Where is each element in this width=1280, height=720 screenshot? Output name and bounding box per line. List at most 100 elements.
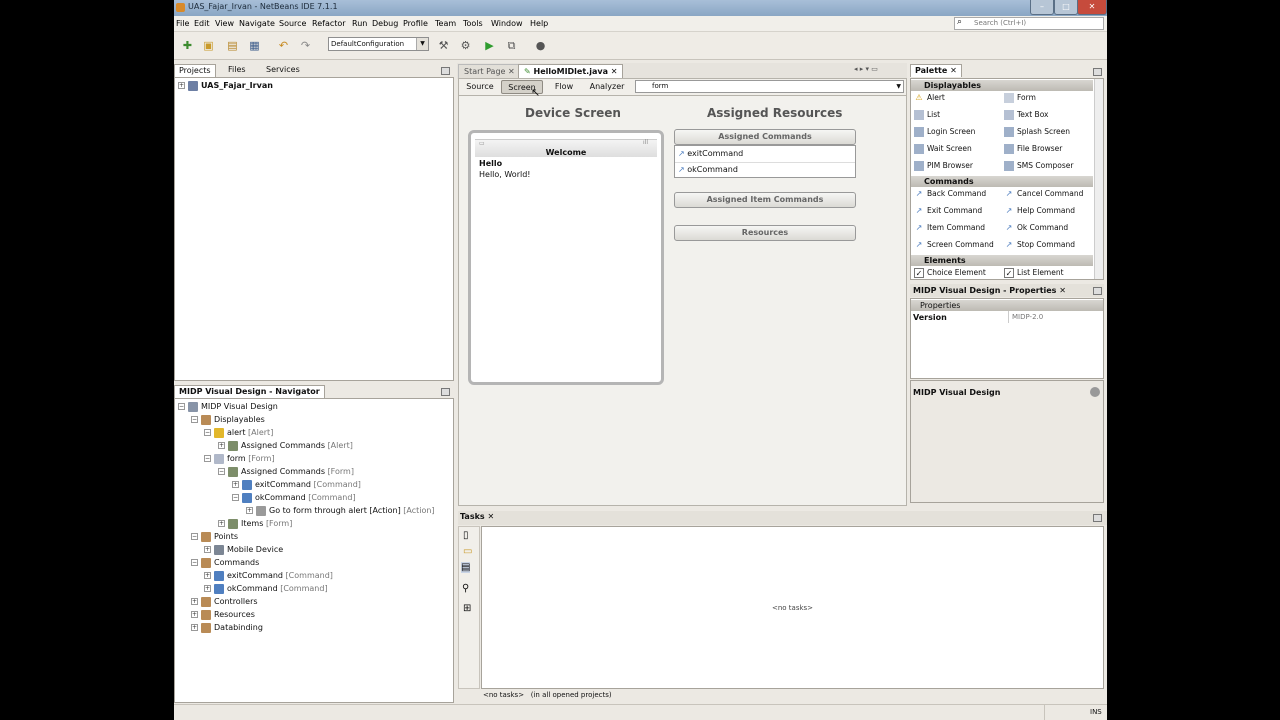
string-item-text[interactable]: Hello, World! <box>479 170 531 179</box>
palette-category-displayables[interactable]: Displayables <box>911 80 1093 91</box>
menu-refactor[interactable]: Refactor <box>312 19 346 28</box>
folder-icon[interactable]: ▭ <box>463 546 472 557</box>
debug-icon[interactable]: ⧉ <box>503 37 520 54</box>
tree-node[interactable]: + Items [Form] <box>218 517 292 530</box>
group-icon[interactable]: ⊞ <box>463 603 471 614</box>
menu-file[interactable]: File <box>176 19 189 28</box>
tab-palette[interactable]: Palette ✕ <box>910 64 962 77</box>
palette-item[interactable]: ↗ Back Command <box>914 189 987 199</box>
palette-item[interactable]: Form <box>1004 93 1036 103</box>
menu-debug[interactable]: Debug <box>372 19 398 28</box>
palette-item[interactable]: SMS Composer <box>1004 161 1073 171</box>
menu-navigate[interactable]: Navigate <box>239 19 275 28</box>
minimize-panel-button[interactable] <box>1093 68 1102 76</box>
menu-view[interactable]: View <box>215 19 234 28</box>
palette-item[interactable]: ↗ Item Command <box>914 223 985 233</box>
menu-tools[interactable]: Tools <box>463 19 483 28</box>
palette-item[interactable]: Wait Screen <box>914 144 972 154</box>
save-all-icon[interactable]: ▦ <box>246 37 263 54</box>
palette-item[interactable]: PIM Browser <box>914 161 973 171</box>
run-icon[interactable]: ▶ <box>481 37 498 54</box>
tab-flow[interactable]: Flow <box>549 80 579 94</box>
search-input[interactable]: Search (Ctrl+I) <box>954 17 1104 30</box>
tab-source[interactable]: Source <box>463 80 497 94</box>
palette-item[interactable]: Splash Screen <box>1004 127 1070 137</box>
assigned-item-commands-header[interactable]: Assigned Item Commands <box>674 192 856 208</box>
menu-window[interactable]: Window <box>491 19 523 28</box>
menu-run[interactable]: Run <box>352 19 367 28</box>
tree-node[interactable]: + okCommand [Command] <box>204 582 328 595</box>
palette-item[interactable]: File Browser <box>1004 144 1062 154</box>
editor-scroll-buttons[interactable]: ◂ ▸ ▾ ▭ <box>854 65 904 75</box>
tab-analyzer[interactable]: Analyzer <box>587 80 627 94</box>
tab-tasks[interactable]: Tasks ✕ <box>460 512 494 521</box>
tree-node[interactable]: − alert [Alert] <box>204 426 273 439</box>
menu-edit[interactable]: Edit <box>194 19 210 28</box>
palette-item[interactable]: ✓ List Element <box>1004 268 1064 278</box>
tree-node[interactable]: − Commands <box>191 556 259 569</box>
palette-item[interactable]: Text Box <box>1004 110 1049 120</box>
new-project-icon[interactable]: ▣ <box>200 37 217 54</box>
redo-icon[interactable]: ↷ <box>297 37 314 54</box>
minimize-panel-button[interactable] <box>441 67 450 75</box>
tab-files[interactable]: Files <box>224 64 250 77</box>
expand-icon[interactable]: + <box>178 82 185 89</box>
tree-node[interactable]: + Mobile Device <box>204 543 283 556</box>
palette-scrollbar[interactable] <box>1094 79 1103 279</box>
projects-scope-icon[interactable]: ▤ <box>461 562 471 573</box>
tree-node[interactable]: − okCommand [Command] <box>232 491 356 504</box>
tree-node[interactable]: + Controllers <box>191 595 258 608</box>
tab-start-page[interactable]: Start Page ✕ <box>458 64 521 78</box>
palette-item[interactable]: ⚠ Alert <box>914 93 944 103</box>
device-screen[interactable]: ▭ ıll Welcome Hello Hello, World! <box>468 130 664 385</box>
tree-node[interactable]: − MIDP Visual Design <box>178 400 278 413</box>
palette-item[interactable]: List <box>914 110 940 120</box>
minimize-panel-button[interactable] <box>441 388 450 396</box>
palette-item[interactable]: ✓ Choice Element <box>914 268 986 278</box>
tree-node[interactable]: − form [Form] <box>204 452 275 465</box>
palette-item[interactable]: ↗ Help Command <box>1004 206 1075 216</box>
tree-node[interactable]: + exitCommand [Command] <box>232 478 361 491</box>
tree-node[interactable]: + Resources <box>191 608 255 621</box>
close-button[interactable]: ✕ <box>1077 0 1107 15</box>
palette-category-commands[interactable]: Commands <box>911 176 1093 187</box>
palette-item[interactable]: ↗ Ok Command <box>1004 223 1069 233</box>
tree-node[interactable]: + exitCommand [Command] <box>204 569 333 582</box>
property-value[interactable]: MIDP-2.0 <box>1008 311 1104 323</box>
tab-hellomidlet[interactable]: ✎ HelloMIDlet.java ✕ <box>518 64 624 78</box>
assigned-commands-header[interactable]: Assigned Commands <box>674 129 856 145</box>
palette-item[interactable]: ↗ Stop Command <box>1004 240 1075 250</box>
tree-node[interactable]: − Displayables <box>191 413 265 426</box>
properties-section[interactable]: Properties <box>911 300 1103 311</box>
minimize-button[interactable]: – <box>1030 0 1054 15</box>
menu-team[interactable]: Team <box>435 19 456 28</box>
palette-item[interactable]: Login Screen <box>914 127 975 137</box>
list-item[interactable]: ↗ exitCommand <box>678 149 743 158</box>
file-icon[interactable]: ▯ <box>463 530 469 541</box>
tab-services[interactable]: Services <box>262 64 304 77</box>
palette-item[interactable]: ↗ Exit Command <box>914 206 983 216</box>
menu-source[interactable]: Source <box>279 19 306 28</box>
clean-build-icon[interactable]: ⚙ <box>457 37 474 54</box>
menu-help[interactable]: Help <box>530 19 548 28</box>
tree-node[interactable]: − Points <box>191 530 238 543</box>
tree-node[interactable]: − Assigned Commands [Form] <box>218 465 354 478</box>
tab-projects[interactable]: Projects <box>174 64 216 77</box>
menu-profile[interactable]: Profile <box>403 19 428 28</box>
new-file-icon[interactable]: ✚ <box>179 37 196 54</box>
configuration-select[interactable]: DefaultConfiguration ▼ <box>328 37 429 51</box>
tree-node[interactable]: + Databinding <box>191 621 263 634</box>
minimize-panel-button[interactable] <box>1093 514 1102 522</box>
project-node[interactable]: + UAS_Fajar_Irvan <box>178 79 273 92</box>
maximize-button[interactable]: □ <box>1054 0 1078 15</box>
tree-node[interactable]: + Assigned Commands [Alert] <box>218 439 353 452</box>
tree-node[interactable]: + Go to form through alert [Action] [Acti… <box>246 504 435 517</box>
undo-icon[interactable]: ↶ <box>275 37 292 54</box>
list-item[interactable]: ↗ okCommand <box>678 165 738 174</box>
minimize-panel-button[interactable] <box>1093 287 1102 295</box>
profile-icon[interactable]: ● <box>532 37 549 54</box>
navigator-title[interactable]: MIDP Visual Design - Navigator <box>174 385 325 398</box>
palette-item[interactable]: ↗ Cancel Command <box>1004 189 1084 199</box>
string-item-label[interactable]: Hello <box>479 159 502 168</box>
displayable-select[interactable]: form ▼ <box>635 80 904 93</box>
